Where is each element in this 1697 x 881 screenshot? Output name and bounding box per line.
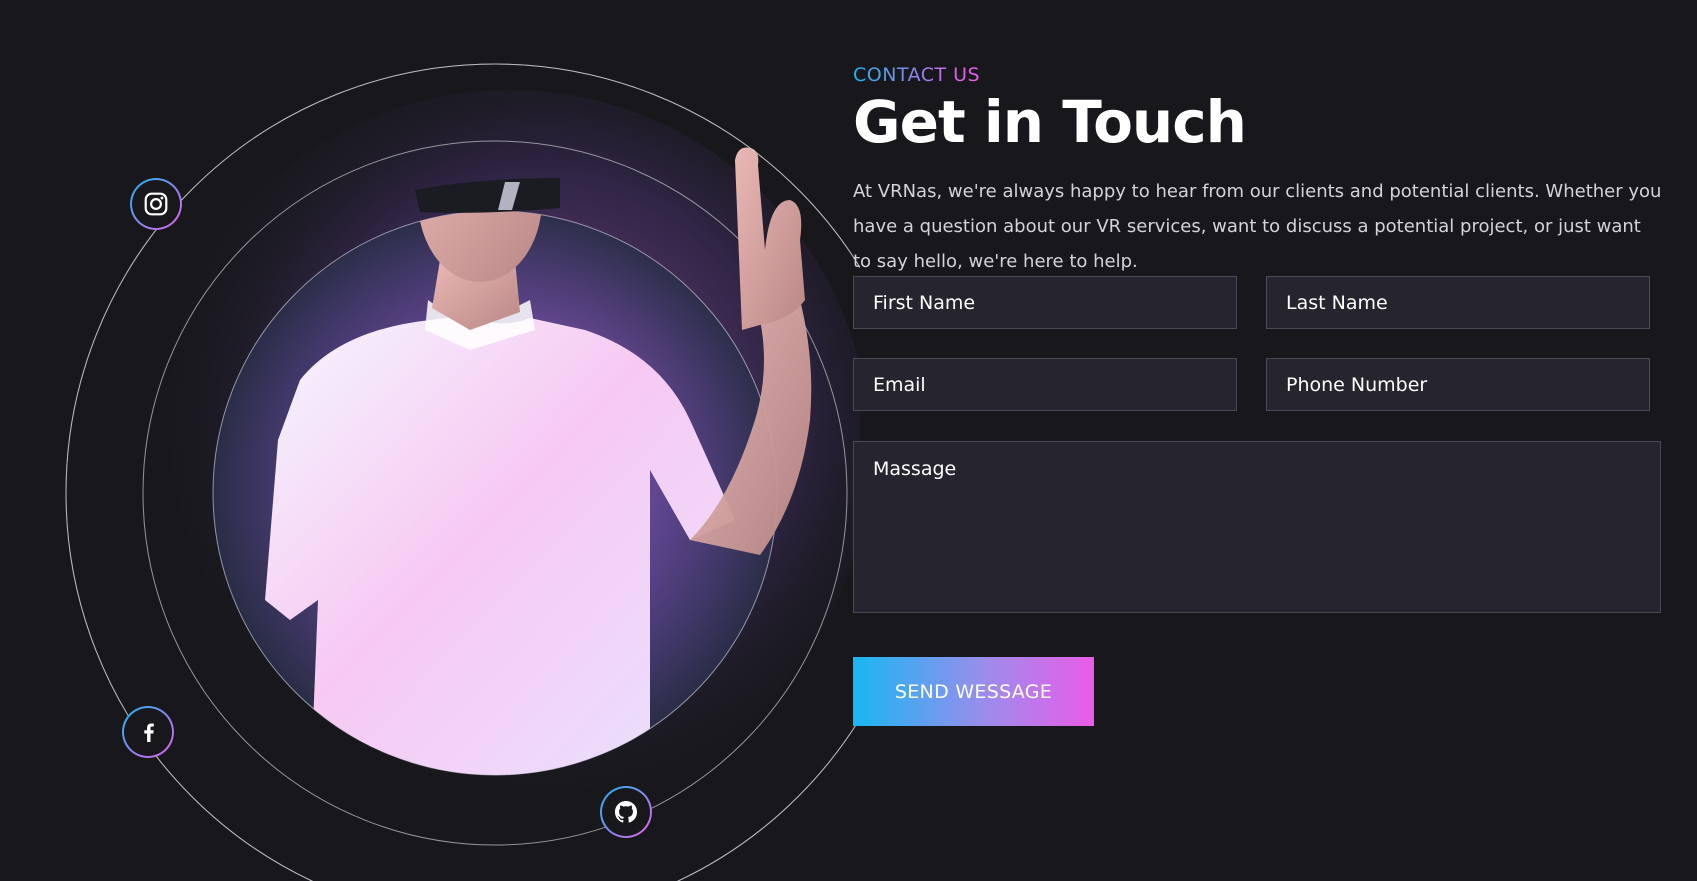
instagram-icon: [144, 192, 168, 216]
github-button[interactable]: [600, 786, 652, 838]
instagram-button[interactable]: [130, 178, 182, 230]
contact-section: CONTACT US Get in Touch At VRNas, we're …: [0, 0, 1697, 881]
section-eyebrow: CONTACT US: [853, 60, 980, 90]
phone-number-field[interactable]: [1266, 358, 1650, 411]
raised-hand: [735, 147, 805, 330]
page-title: Get in Touch: [853, 88, 1247, 156]
send-message-button[interactable]: SEND WESSAGE: [853, 657, 1094, 726]
facebook-icon: [144, 723, 154, 742]
email-field[interactable]: [853, 358, 1237, 411]
last-name-field[interactable]: [1266, 276, 1650, 329]
first-name-field[interactable]: [853, 276, 1237, 329]
contact-content: CONTACT US Get in Touch At VRNas, we're …: [853, 60, 1663, 279]
github-icon: [614, 800, 638, 823]
facebook-button[interactable]: [122, 706, 174, 758]
hero-visual: [0, 0, 860, 881]
message-field[interactable]: [853, 441, 1661, 613]
intro-text: At VRNas, we're always happy to hear fro…: [853, 181, 1662, 272]
